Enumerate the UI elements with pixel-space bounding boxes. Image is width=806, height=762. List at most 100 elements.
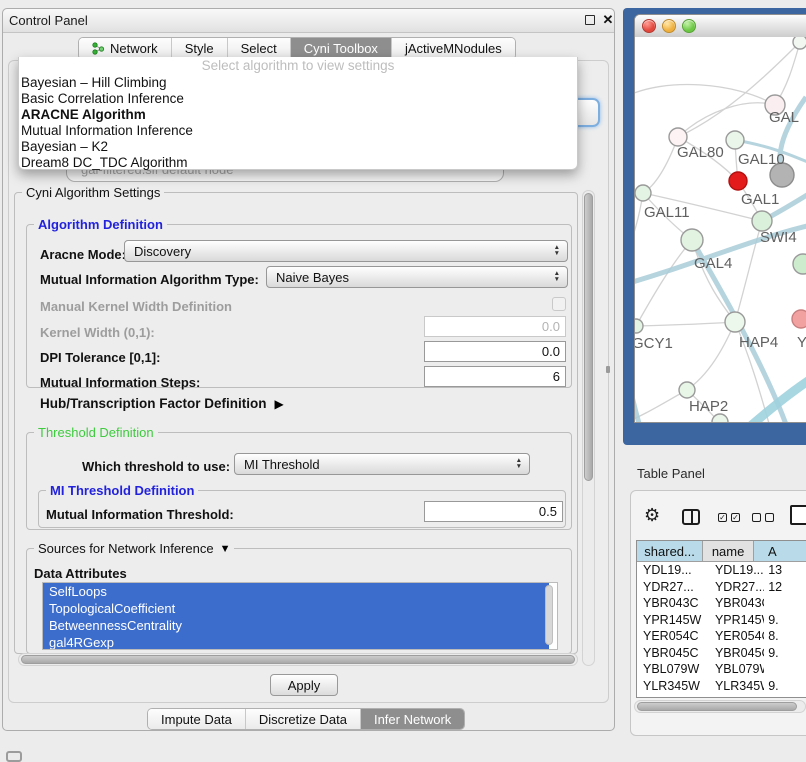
popup-item[interactable]: Bayesian – Hill Climbing <box>19 75 577 91</box>
sources-group-title[interactable]: Sources for Network Inference ▼ <box>34 541 234 556</box>
column-header-partial[interactable]: A <box>754 541 806 561</box>
minimize-traffic-light-icon[interactable] <box>662 19 676 33</box>
close-icon[interactable]: ✕ <box>601 12 615 28</box>
tab-network[interactable]: Network <box>79 38 172 59</box>
deselect-all-columns-icon[interactable] <box>752 513 774 522</box>
manual-kernel-width-label: Manual Kernel Width Definition <box>40 299 232 314</box>
table-row[interactable]: YBL079W YBL079W <box>637 661 806 678</box>
table-hscrollbar-thumb[interactable] <box>637 702 797 711</box>
node-label-gal-partial: GAL <box>769 109 799 126</box>
node-gal4[interactable] <box>681 229 703 251</box>
kernel-width-label: Kernel Width (0,1): <box>40 325 155 340</box>
kernel-width-field[interactable]: 0.0 <box>424 316 566 337</box>
aracne-mode-label: Aracne Mode: <box>40 247 126 262</box>
table-row[interactable]: YBR045C YBR045C 9. <box>637 645 806 662</box>
tab-select-label: Select <box>241 41 277 56</box>
column-header-name[interactable]: name <box>703 541 754 561</box>
table-row-partial[interactable]: YIL052C YIL052C 9 <box>637 694 806 698</box>
node-hap4[interactable] <box>725 312 745 332</box>
table-row[interactable]: YER054C YER054C 8. <box>637 628 806 645</box>
tab-select[interactable]: Select <box>228 38 291 59</box>
tab-jactivemnodules[interactable]: jActiveMNodules <box>392 38 515 59</box>
data-attributes-list[interactable]: SelfLoops TopologicalCoefficient Between… <box>42 582 558 650</box>
split-columns-icon[interactable] <box>682 509 700 525</box>
panel-divider-handle[interactable] <box>606 366 610 373</box>
dpi-tolerance-field[interactable]: 0.0 <box>424 341 566 362</box>
node-table: shared... name A YDL19... YDL19... 13 YD… <box>636 540 806 698</box>
list-item[interactable]: TopologicalCoefficient <box>43 600 549 617</box>
zoom-traffic-light-icon[interactable] <box>682 19 696 33</box>
float-icon[interactable] <box>585 15 595 25</box>
mi-algorithm-type-value: Naive Bayes <box>276 270 349 285</box>
node-label-gal10: GAL10 <box>738 151 785 168</box>
network-window-titlebar[interactable] <box>635 15 806 38</box>
node-label-gal80: GAL80 <box>677 144 724 161</box>
chevron-down-icon: ▼ <box>220 543 231 555</box>
node-gcy1[interactable] <box>635 319 643 333</box>
mi-steps-field[interactable]: 6 <box>424 366 566 387</box>
list-vscrollbar-thumb[interactable] <box>545 585 553 645</box>
table-row[interactable]: YDL19... YDL19... 13 <box>637 562 806 579</box>
gear-icon[interactable]: ⚙ <box>644 505 660 526</box>
popup-item[interactable]: Bayesian – K2 <box>19 139 577 155</box>
settings-vscrollbar-thumb[interactable] <box>584 193 593 481</box>
mi-threshold-label: Mutual Information Threshold: <box>46 507 234 522</box>
aracne-mode-value: Discovery <box>134 244 191 259</box>
table-panel-title: Table Panel <box>637 466 705 481</box>
table-row[interactable]: YLR345W YLR345W 9. <box>637 678 806 695</box>
manual-kernel-width-checkbox[interactable] <box>552 297 566 311</box>
mi-threshold-field[interactable]: 0.5 <box>424 501 563 522</box>
collapsed-panel-icon[interactable] <box>6 751 22 762</box>
new-table-icon[interactable] <box>790 505 806 525</box>
node-unlabeled-top[interactable] <box>793 37 806 49</box>
table-row[interactable]: YBR043C YBR043C <box>637 595 806 612</box>
popup-item[interactable]: Dream8 DC_TDC Algorithm <box>19 155 577 171</box>
table-row[interactable]: YPR145W YPR145W 9. <box>637 612 806 629</box>
tab-impute-data[interactable]: Impute Data <box>148 709 246 729</box>
node-salmon[interactable] <box>792 310 806 328</box>
popup-item[interactable]: Basic Correlation Inference <box>19 91 577 107</box>
tab-cyni-toolbox[interactable]: Cyni Toolbox <box>291 38 392 59</box>
tab-infer-network[interactable]: Infer Network <box>361 709 464 729</box>
tab-discretize-data[interactable]: Discretize Data <box>246 709 361 729</box>
tab-style[interactable]: Style <box>172 38 228 59</box>
network-window: GAL GAL80 GAL10 GAL1 GAL11 SWI4 GAL4 GCY… <box>634 14 806 423</box>
aracne-mode-combo[interactable]: Discovery ▲▼ <box>124 240 568 262</box>
node-gal1[interactable] <box>752 211 772 231</box>
hub-section-toggle[interactable]: Hub/Transcription Factor Definition ▶ <box>40 396 284 411</box>
close-traffic-light-icon[interactable] <box>642 19 656 33</box>
dpi-tolerance-label: DPI Tolerance [0,1]: <box>40 350 160 365</box>
mi-steps-label: Mutual Information Steps: <box>40 375 200 390</box>
spinner-arrows-icon: ▲▼ <box>516 458 522 470</box>
control-panel-title: Control Panel <box>9 13 88 28</box>
node-gal11[interactable] <box>635 185 651 201</box>
list-item[interactable]: BetweennessCentrality <box>43 617 549 634</box>
hub-section-label: Hub/Transcription Factor Definition <box>40 396 267 411</box>
mi-algorithm-type-combo[interactable]: Naive Bayes ▲▼ <box>266 266 568 288</box>
data-attributes-label: Data Attributes <box>34 566 127 581</box>
column-header-shared-name[interactable]: shared... <box>637 541 703 561</box>
apply-button[interactable]: Apply <box>270 674 338 696</box>
node-gal10[interactable] <box>726 131 744 149</box>
node-label-gcy1: GCY1 <box>635 335 673 352</box>
node-bottom[interactable] <box>712 414 728 423</box>
node-right-green[interactable] <box>793 254 806 274</box>
node-label-hap4: HAP4 <box>739 334 778 351</box>
node-hap2[interactable] <box>679 382 695 398</box>
list-item[interactable]: SelfLoops <box>43 583 549 600</box>
popup-item-aracne[interactable]: ARACNE Algorithm <box>19 107 577 123</box>
table-row[interactable]: YDR27... YDR27... 12 <box>637 579 806 596</box>
mi-threshold-group-title: MI Threshold Definition <box>46 483 198 498</box>
which-threshold-combo[interactable]: MI Threshold ▲▼ <box>234 453 530 475</box>
popup-item[interactable]: Mutual Information Inference <box>19 123 577 139</box>
popup-placeholder: Select algorithm to view settings <box>19 57 577 75</box>
list-item[interactable]: gal4RGexp <box>43 634 549 650</box>
select-all-columns-icon[interactable]: ✓ ✓ <box>718 513 740 522</box>
control-panel-titlebar[interactable]: Control Panel <box>3 9 614 33</box>
tab-style-label: Style <box>185 41 214 56</box>
node-label-gal4: GAL4 <box>694 255 732 272</box>
mi-algorithm-type-label: Mutual Information Algorithm Type: <box>40 272 259 287</box>
node-red[interactable] <box>729 172 747 190</box>
network-canvas[interactable]: GAL GAL80 GAL10 GAL1 GAL11 SWI4 GAL4 GCY… <box>635 37 806 423</box>
settings-hscrollbar-thumb[interactable] <box>21 655 575 664</box>
